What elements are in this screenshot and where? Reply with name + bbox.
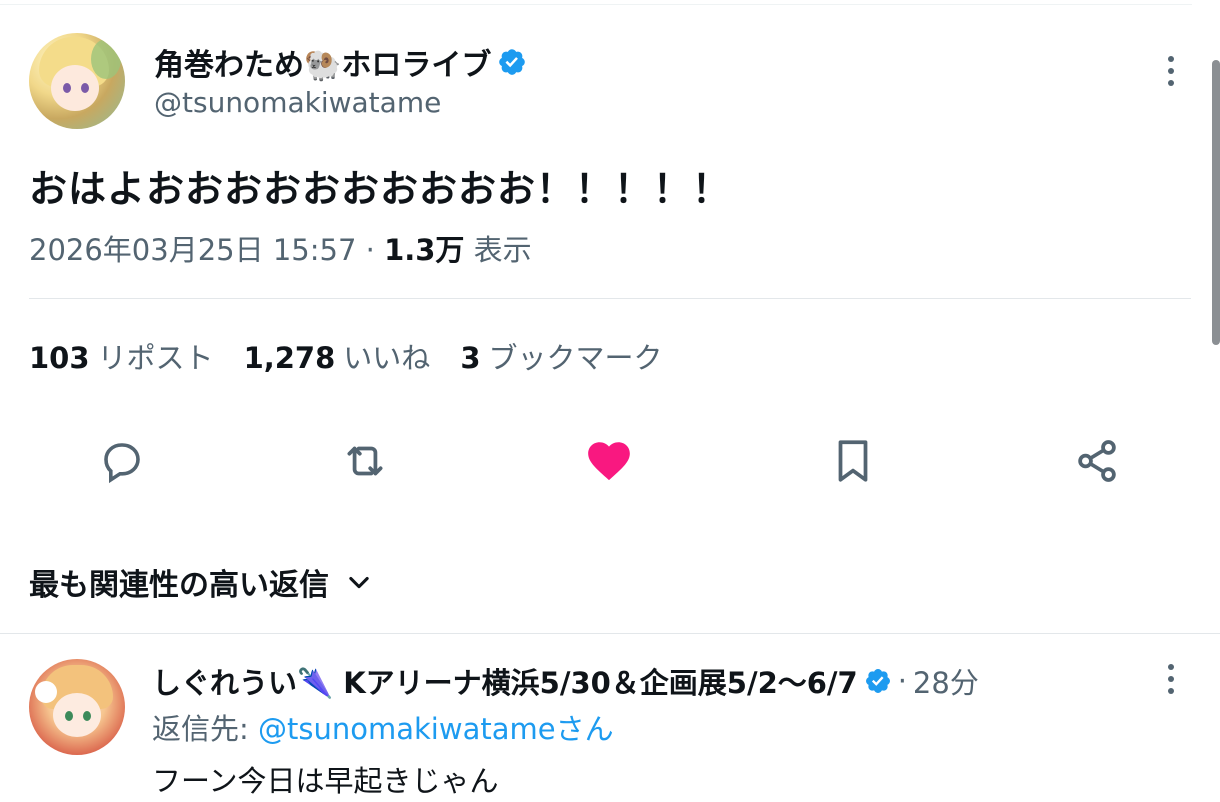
engagement-stats: 103 リポスト 1,278 いいね 3 ブックマーク (29, 335, 663, 377)
reply-header: しぐれうい🌂 Kアリーナ横浜5/30＆企画展5/2〜6/7 · 28分 (152, 660, 979, 702)
verified-badge-icon (499, 49, 526, 75)
bookmarks-stat[interactable]: 3 ブックマーク (460, 335, 662, 377)
share-icon (1078, 440, 1116, 482)
bookmarks-count: 3 (460, 341, 481, 375)
reposts-count: 103 (29, 341, 90, 375)
reposts-stat[interactable]: 103 リポスト (29, 335, 214, 377)
reply-to-line: 返信先: @tsunomakiwatameさん (152, 706, 614, 748)
likes-count: 1,278 (243, 341, 336, 375)
avatar-eye (81, 83, 89, 93)
sort-label: 最も関連性の高い返信 (29, 568, 329, 603)
avatar-eye (65, 711, 73, 721)
share-button[interactable] (1072, 436, 1122, 486)
likes-stat[interactable]: 1,278 いいね (244, 335, 431, 377)
author-name[interactable]: 角巻わため🐏ホロライブ (154, 40, 491, 84)
retweet-button[interactable] (340, 436, 390, 486)
top-divider (0, 4, 1192, 5)
avatar-eye (63, 83, 71, 93)
bookmark-icon (838, 440, 868, 482)
author-name-row[interactable]: 角巻わため🐏ホロライブ (154, 40, 527, 84)
views-label: 表示 (473, 233, 532, 267)
reply-text: フーン今日は早起きじゃん (152, 764, 499, 798)
bookmark-button[interactable] (828, 436, 878, 486)
reply-author-name[interactable]: しぐれうい🌂 Kアリーナ横浜5/30＆企画展5/2〜6/7 (152, 660, 858, 702)
tweet-meta: 2026年03月25日 15:57 · 1.3万 表示 (29, 227, 532, 269)
avatar-background (91, 39, 121, 79)
tweet-text: おはよおおおおおおおおおお！！！！！ (29, 167, 732, 211)
author-handle[interactable]: @tsunomakiwatame (154, 86, 441, 119)
likes-label: いいね (343, 341, 431, 375)
reply-separator: · (897, 664, 907, 698)
scrollbar[interactable] (1212, 60, 1220, 345)
author-avatar[interactable] (29, 33, 125, 129)
tweet-timestamp[interactable]: 2026年03月25日 15:57 (29, 233, 356, 267)
avatar-face (53, 693, 101, 737)
divider (0, 633, 1220, 634)
views-count: 1.3万 (384, 233, 465, 267)
reply-to-mention[interactable]: @tsunomakiwatameさん (258, 712, 614, 746)
avatar-face (51, 65, 99, 111)
reposts-label: リポスト (97, 341, 214, 375)
reply-icon (104, 443, 140, 484)
like-button[interactable] (584, 436, 634, 486)
reply-button[interactable] (97, 436, 147, 486)
verified-badge-icon (865, 669, 890, 693)
meta-separator: · (365, 233, 375, 267)
more-options-icon[interactable] (1166, 56, 1176, 92)
avatar-eye (83, 711, 91, 721)
retweet-icon (347, 446, 383, 476)
divider (29, 298, 1191, 299)
avatar-hair-ornament (35, 681, 57, 703)
reply-more-options-icon[interactable] (1166, 664, 1176, 700)
reply-sort-selector[interactable]: 最も関連性の高い返信 (29, 560, 373, 604)
reply-to-prefix: 返信先: (152, 712, 249, 746)
reply-time[interactable]: 28分 (913, 660, 979, 702)
bookmarks-label: ブックマーク (488, 341, 663, 375)
reply-author-avatar[interactable] (29, 659, 125, 755)
heart-icon (588, 442, 630, 481)
chevron-down-icon (349, 576, 369, 589)
